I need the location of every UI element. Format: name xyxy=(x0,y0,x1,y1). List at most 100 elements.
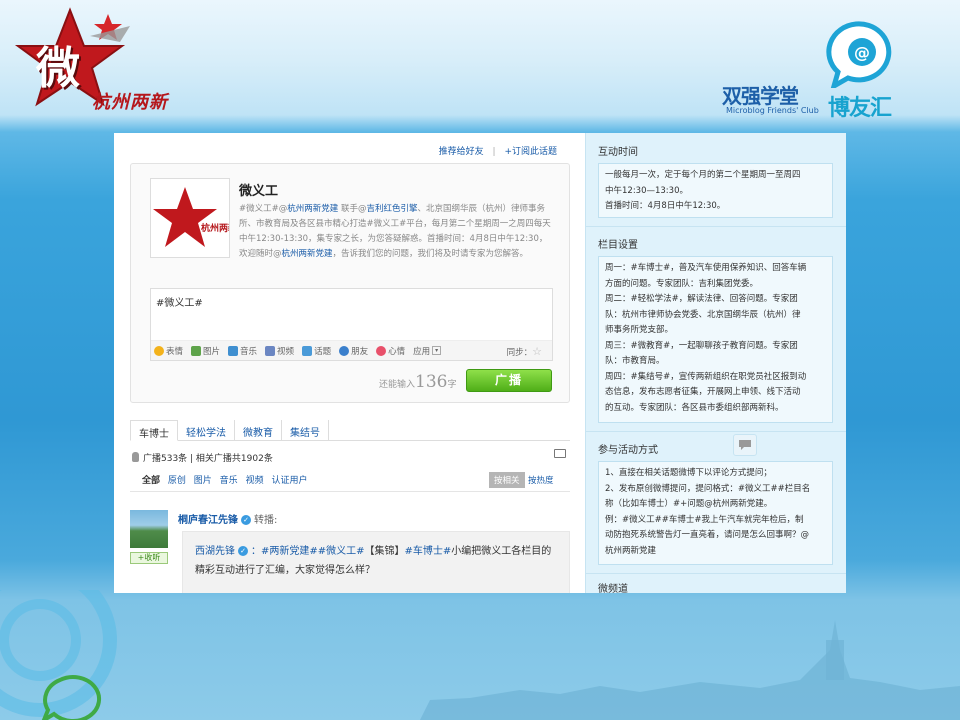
main-panel: 推荐给好友 | +订阅此话题 杭州两新 微义工 #微义工#@杭州两新党建 联手@… xyxy=(114,133,846,593)
chat-icon[interactable] xyxy=(733,434,757,456)
svg-text:杭州两新: 杭州两新 xyxy=(201,222,229,234)
info-line: 杭州两新党建 xyxy=(605,545,657,556)
heart-icon xyxy=(376,345,387,356)
topic-column: 推荐给好友 | +订阅此话题 杭州两新 微义工 #微义工#@杭州两新党建 联手@… xyxy=(114,133,585,593)
info-line: 方面的问题。专家团队：吉利集团党委。 xyxy=(605,278,759,289)
quote-text-a: 【集锦】 xyxy=(364,546,405,557)
join-method-title: 参与活动方式 xyxy=(598,445,658,456)
tab-easy-law[interactable]: 轻松学法 xyxy=(178,420,235,440)
logo-char: 微 xyxy=(36,43,80,94)
mention-link[interactable]: 杭州两新党建 xyxy=(282,249,333,259)
star-icon[interactable]: ☆ xyxy=(532,345,542,358)
info-line: 例：#微义工##车博士#我上午汽车就完年检后，制 xyxy=(605,514,804,525)
topic-card: 杭州两新 微义工 #微义工#@杭州两新党建 联手@吉利红色引擎、北京国纲华辰（杭… xyxy=(130,163,570,403)
topic-title: 微义工 xyxy=(239,184,279,199)
filter-original[interactable]: 原创 xyxy=(168,476,186,486)
tool-topic[interactable]: 话题 xyxy=(302,345,331,357)
verified-icon: ✓ xyxy=(241,515,251,525)
info-line: 队：杭州市律师协会党委、北京国纲华辰（杭州）律 xyxy=(605,309,801,320)
topic-avatar-star-icon: 杭州两新 xyxy=(153,187,237,247)
video-icon xyxy=(265,345,276,356)
emoji-icon xyxy=(154,345,164,356)
desc-part-b: 联手@ xyxy=(338,204,367,214)
tool-app[interactable]: 应用 ▾ xyxy=(413,345,442,357)
quote-tag[interactable]: #车博士# xyxy=(405,546,452,557)
filter-image[interactable]: 图片 xyxy=(194,476,212,486)
column-settings-title: 栏目设置 xyxy=(598,240,638,251)
topic-icon xyxy=(302,345,313,356)
filter-verified[interactable]: 认证用户 xyxy=(271,476,307,486)
sync-option[interactable]: 同步：☆ xyxy=(507,345,542,358)
sort-hot-link[interactable]: 按热度 xyxy=(528,474,554,486)
subscribe-link[interactable]: +订阅此话题 xyxy=(501,147,560,157)
broadcast-button[interactable]: 广播 xyxy=(466,369,552,392)
sync-label: 同步： xyxy=(506,348,533,358)
quoted-post: 西湖先锋 ✓ ：#两新党建##微义工#【集锦】#车博士#小编把微义工各栏目的精彩互动… xyxy=(182,531,570,593)
chevron-down-icon: ▾ xyxy=(432,346,442,355)
tool-label: 话题 xyxy=(314,346,332,357)
info-line: 周一：#车博士#，普及汽车使用保养知识、回答车辆 xyxy=(605,263,807,273)
club-name-a: 双强学堂 xyxy=(722,84,799,108)
site-logo: 微 杭州两新 xyxy=(10,6,200,116)
tab-micro-education[interactable]: 微教育 xyxy=(235,420,282,440)
feed-header: 桐庐春江先锋 ✓ 转播: xyxy=(178,511,277,526)
divider xyxy=(130,491,570,492)
image-icon xyxy=(191,345,202,356)
filter-music[interactable]: 音乐 xyxy=(220,476,238,486)
counter-value: 136 xyxy=(415,372,448,392)
at-bubble-icon: @ xyxy=(826,21,892,88)
info-line: 队：市教育局。 xyxy=(605,356,665,366)
stats-text: 广播533条 | 相关广播共1902条 xyxy=(143,454,273,464)
tool-music[interactable]: 音乐 xyxy=(228,345,257,357)
char-counter: 还能输入136字 xyxy=(379,372,456,392)
logo-title: 杭州两新 xyxy=(92,92,168,113)
music-icon xyxy=(228,345,239,356)
info-line: 称（比如车博士）#+问题@杭州两新党建。 xyxy=(605,499,773,509)
top-links: 推荐给好友 | +订阅此话题 xyxy=(436,144,560,157)
screen-icon[interactable] xyxy=(554,449,566,458)
info-line: 的互动。专家团队：各区县市委组织部两新科。 xyxy=(605,402,784,413)
feed-author[interactable]: 桐庐春江先锋 xyxy=(178,515,238,526)
info-line: 1、直接在相关话题微博下以评论方式提问； xyxy=(605,468,772,478)
verified-icon: ✓ xyxy=(238,546,248,556)
sort-related-button[interactable]: 按相关 xyxy=(489,472,525,488)
info-line: 动防抱死系统警告灯一直亮着，请问是怎么回事啊？@ xyxy=(605,530,810,540)
quote-tags[interactable]: ：#两新党建##微义工# xyxy=(251,546,365,557)
counter-prefix: 还能输入 xyxy=(379,380,416,390)
tool-label: 音乐 xyxy=(240,346,258,357)
feed-action: 转播: xyxy=(254,515,278,526)
club-logo: @ 双强学堂 博友汇 Microblog Friends' Club xyxy=(720,18,930,128)
info-line: 一般每月一次，定于每个月的第二个星期周一至周四 xyxy=(605,170,801,180)
divider xyxy=(586,573,846,574)
topic-description: #微义工#@杭州两新党建 联手@吉利红色引擎、北京国纲华辰（杭州）律师事务所、市… xyxy=(239,202,551,262)
info-line: 周四：#集结号#，宣传两新组织在职党员社区报到动 xyxy=(605,371,807,382)
follow-button[interactable]: +收听 xyxy=(130,552,168,564)
divider xyxy=(586,431,846,432)
tool-image[interactable]: 图片 xyxy=(191,345,220,357)
interaction-time-box: 一般每月一次，定于每个月的第二个星期周一至周四 中午12:30—13:30。 首… xyxy=(598,163,833,218)
tool-emoji[interactable]: 表情 xyxy=(154,345,183,357)
post-composer[interactable]: #微义工# 表情 图片 音乐 视频 话题 朋友 心情 应用 ▾ 同步：☆ xyxy=(150,288,553,361)
mention-link[interactable]: 杭州两新党建 xyxy=(287,204,338,214)
tool-mood[interactable]: 心情 xyxy=(376,345,405,357)
feed-avatar[interactable] xyxy=(130,510,168,548)
desc-part-a: #微义工#@ xyxy=(239,204,288,214)
filter-video[interactable]: 视频 xyxy=(246,476,264,486)
filter-all[interactable]: 全部 xyxy=(142,476,160,486)
tab-car-doctor[interactable]: 车博士 xyxy=(130,420,178,441)
column-settings-box: 周一：#车博士#，普及汽车使用保养知识、回答车辆 方面的问题。专家团队：吉利集团… xyxy=(598,256,833,423)
divider xyxy=(586,226,846,227)
tab-rally[interactable]: 集结号 xyxy=(282,420,329,440)
composer-text[interactable]: #微义工# xyxy=(156,294,203,309)
tool-friend[interactable]: 朋友 xyxy=(339,345,368,357)
tool-label: 图片 xyxy=(203,346,221,357)
mention-link[interactable]: 吉利红色引擎 xyxy=(366,204,417,214)
topic-avatar: 杭州两新 xyxy=(150,178,237,258)
tool-video[interactable]: 视频 xyxy=(265,345,294,357)
topic-tabs: 车博士 轻松学法 微教育 集结号 xyxy=(130,420,570,441)
recommend-link[interactable]: 推荐给好友 xyxy=(436,147,487,157)
club-name-b: 博友汇 xyxy=(828,96,892,121)
friend-icon xyxy=(339,345,350,356)
info-line: 首播时间：4月8日中午12:30。 xyxy=(605,201,726,211)
quote-author[interactable]: 西湖先锋 xyxy=(195,546,235,557)
